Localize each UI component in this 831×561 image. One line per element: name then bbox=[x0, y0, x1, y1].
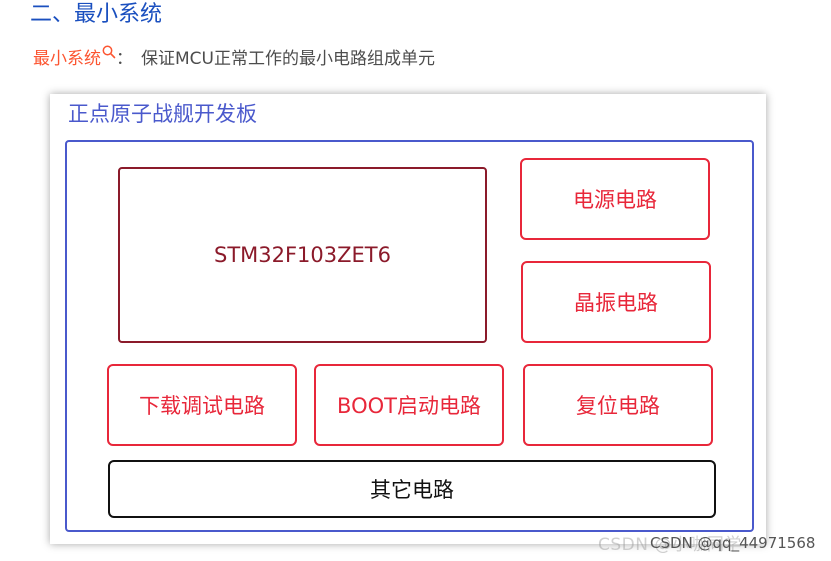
keyword-link-text: 最小系统 bbox=[33, 49, 101, 69]
reset-circuit-block: 复位电路 bbox=[523, 364, 713, 446]
download-debug-circuit-block: 下载调试电路 bbox=[107, 364, 297, 446]
boot-circuit-block: BOOT启动电路 bbox=[314, 364, 504, 446]
diagram-figure: 正点原子战舰开发板 STM32F103ZET6 电源电路 晶振电路 下载调试电路… bbox=[50, 94, 766, 544]
intro-line: 最小系统 ： 保证MCU正常工作的最小电路组成单元 bbox=[33, 44, 435, 69]
power-circuit-block: 电源电路 bbox=[520, 158, 710, 240]
mcu-block: STM32F103ZET6 bbox=[118, 167, 487, 343]
section-heading: 二、最小系统 bbox=[30, 2, 163, 27]
watermark: CSDN @qq_44971568 bbox=[650, 534, 816, 552]
intro-text: 保证MCU正常工作的最小电路组成单元 bbox=[141, 49, 435, 69]
crystal-circuit-block: 晶振电路 bbox=[521, 261, 711, 343]
board-frame: STM32F103ZET6 电源电路 晶振电路 下载调试电路 BOOT启动电路 … bbox=[65, 140, 754, 532]
intro-separator: ： bbox=[116, 49, 133, 69]
search-icon[interactable] bbox=[102, 44, 116, 64]
board-title: 正点原子战舰开发板 bbox=[68, 102, 257, 126]
other-circuit-block: 其它电路 bbox=[108, 460, 716, 518]
keyword-link[interactable]: 最小系统 bbox=[33, 45, 116, 69]
